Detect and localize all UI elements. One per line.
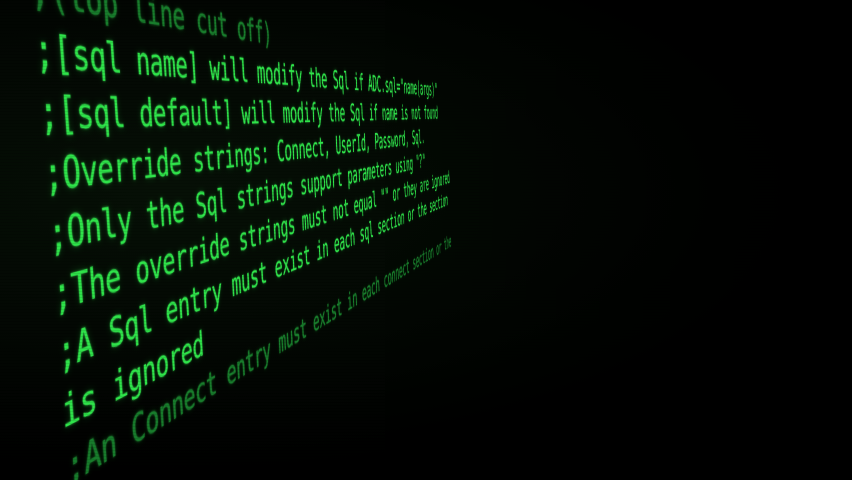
terminal-viewport: ;(top line cut off) ;[sql name] will mod… [0, 0, 852, 480]
terminal-text-plane: ;(top line cut off) ;[sql name] will mod… [26, 0, 424, 480]
terminal-screen: ;(top line cut off) ;[sql name] will mod… [0, 0, 852, 480]
